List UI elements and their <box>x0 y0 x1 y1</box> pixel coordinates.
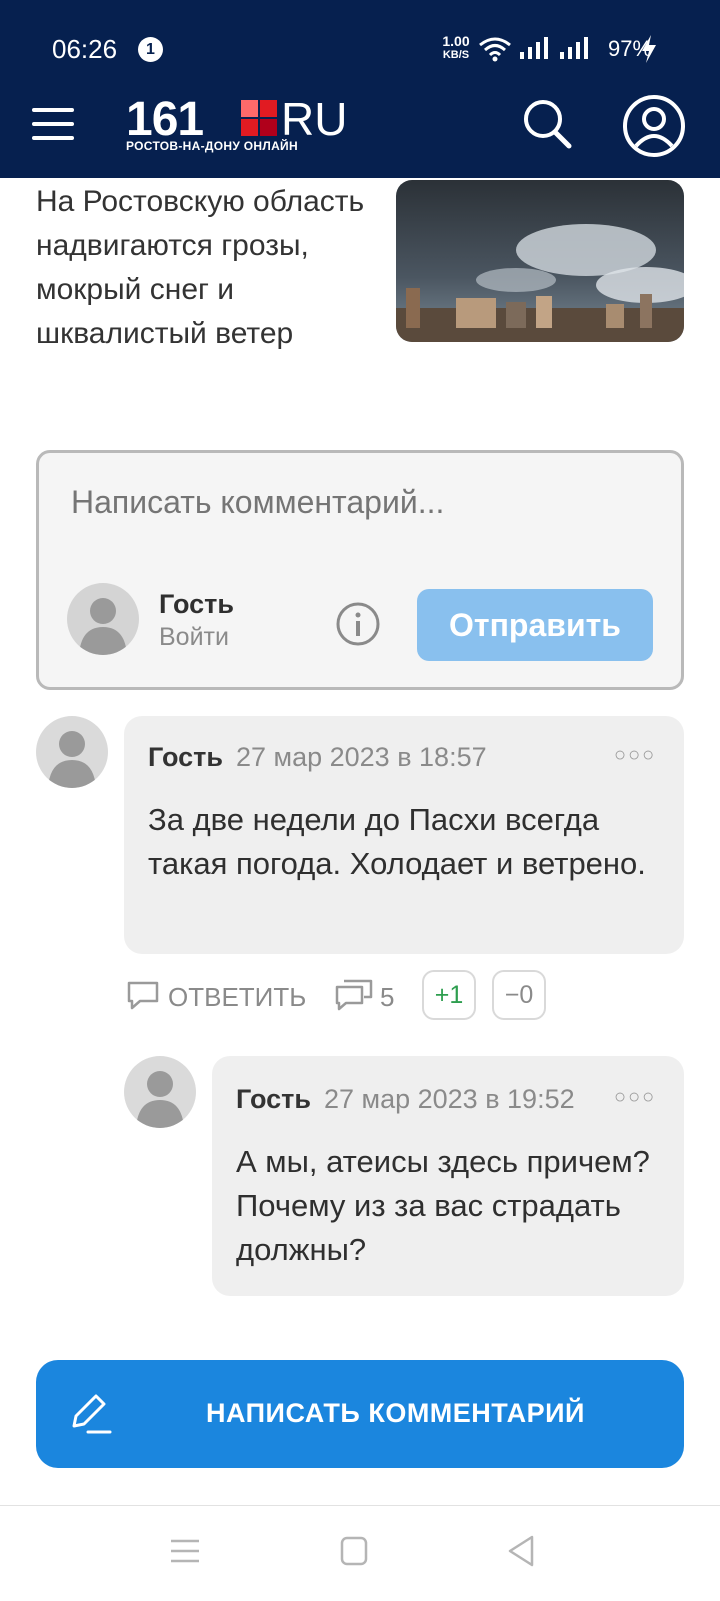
replies-icon[interactable] <box>334 978 374 1012</box>
net-speed-unit: KB/S <box>442 49 470 61</box>
reply-icon[interactable] <box>126 980 160 1012</box>
guest-name: Гость <box>159 589 234 619</box>
site-logo[interactable]: 161 RU РОСТОВ-НА-ДОНУ ОНЛАЙН <box>126 93 356 156</box>
downvote-button[interactable]: −0 <box>492 970 546 1020</box>
related-article-image[interactable] <box>396 180 684 342</box>
avatar <box>36 716 108 788</box>
signal-icon-2 <box>560 37 588 59</box>
related-article-title[interactable]: На Ростовскую область надвигаются грозы,… <box>36 180 376 356</box>
back-icon[interactable] <box>506 1534 536 1568</box>
logo-mark-icon <box>241 100 277 136</box>
app-header <box>0 0 720 178</box>
status-time: 06:26 <box>52 34 118 64</box>
comment-bubble: Гость 27 мар 2023 в 19:52 ○○○ А мы, атеи… <box>212 1056 684 1296</box>
avatar <box>67 583 139 655</box>
notification-badge: 1 <box>138 37 163 62</box>
write-comment-button[interactable]: НАПИСАТЬ КОММЕНТАРИЙ <box>36 1360 684 1468</box>
comment-date: 27 мар 2023 в 18:57 <box>236 742 487 772</box>
user-placeholder-icon <box>48 731 96 788</box>
charging-icon <box>642 35 656 63</box>
pencil-icon <box>72 1394 112 1434</box>
recent-apps-icon[interactable] <box>170 1538 200 1564</box>
menu-button[interactable] <box>32 104 76 144</box>
more-options-icon[interactable]: ○○○ <box>614 744 656 767</box>
net-speed: 1.00 KB/S <box>436 34 476 62</box>
comment-input[interactable] <box>69 483 653 522</box>
net-speed-value: 1.00 <box>442 33 470 49</box>
avatar <box>124 1056 196 1128</box>
profile-icon[interactable] <box>622 94 686 158</box>
comment-text: За две недели до Пасхи всегда такая пого… <box>148 802 646 881</box>
search-icon[interactable] <box>522 98 572 150</box>
upvote-button[interactable]: +1 <box>422 970 476 1020</box>
user-placeholder-icon <box>79 598 127 655</box>
logo-suffix: RU <box>281 93 348 145</box>
wifi-icon <box>479 37 511 62</box>
comment-bubble: Гость 27 мар 2023 в 18:57 ○○○ За две нед… <box>124 716 684 954</box>
logo-subtitle: РОСТОВ-НА-ДОНУ ОНЛАЙН <box>126 139 298 153</box>
home-icon[interactable] <box>340 1536 368 1566</box>
comment-author: Гость <box>236 1084 311 1114</box>
comment-date: 27 мар 2023 в 19:52 <box>324 1084 575 1114</box>
comment-author: Гость <box>148 742 223 772</box>
login-link[interactable]: Войти <box>159 623 229 652</box>
send-button[interactable]: Отправить <box>417 589 653 661</box>
write-comment-label: НАПИСАТЬ КОММЕНТАРИЙ <box>206 1398 585 1428</box>
comment-form: Гость Войти Отправить <box>36 450 684 690</box>
menu-icon <box>32 108 74 112</box>
comment-text: А мы, атеисы здесь причем? Почему из за … <box>236 1144 650 1267</box>
system-nav-bar <box>0 1505 720 1601</box>
replies-count[interactable]: 5 <box>380 982 394 1013</box>
signal-icon <box>520 37 548 59</box>
user-placeholder-icon <box>136 1071 184 1128</box>
more-options-icon[interactable]: ○○○ <box>614 1086 656 1109</box>
info-icon[interactable] <box>335 601 381 647</box>
reply-button[interactable]: ОТВЕТИТЬ <box>168 982 306 1013</box>
